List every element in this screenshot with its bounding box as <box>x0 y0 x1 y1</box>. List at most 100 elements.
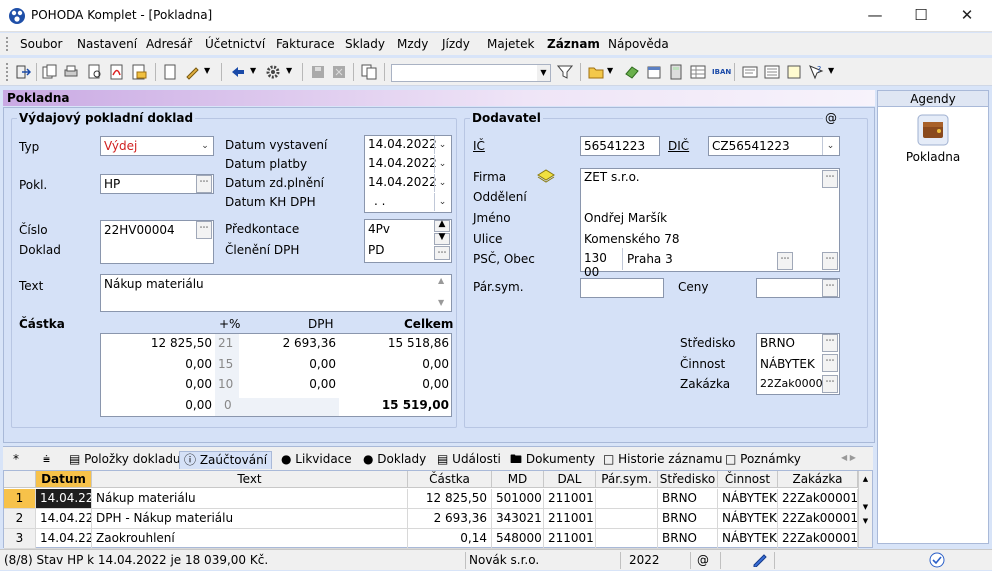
calendar-dropdown-icon[interactable]: ⌄ <box>434 193 450 211</box>
address-book-icon[interactable] <box>537 169 555 186</box>
wallet-icon[interactable] <box>916 113 950 147</box>
menu-soubor[interactable]: Soubor <box>20 37 62 51</box>
menu-fakturace[interactable]: Fakturace <box>276 37 335 51</box>
ic-field[interactable]: 56541223 <box>580 136 660 156</box>
print-preview-icon[interactable] <box>87 64 103 80</box>
table-cell-cinnost[interactable]: NÁBYTEK <box>718 489 778 509</box>
cinnost-field[interactable]: NÁBYTEK <box>760 357 815 371</box>
dph-15[interactable]: 0,00 <box>236 357 336 371</box>
parsym-field[interactable] <box>580 278 664 298</box>
scroll-up-icon[interactable]: ▲ <box>438 276 444 285</box>
table-cell-parsym[interactable] <box>596 529 658 549</box>
menu-sklady[interactable]: Sklady <box>345 37 385 51</box>
tab-polozky-dokladu[interactable]: ▤ Položky dokladu <box>65 451 185 469</box>
copy-document-icon[interactable] <box>42 64 58 80</box>
dph-21[interactable]: 2 693,36 <box>236 336 336 350</box>
tab-dokumenty[interactable]: 🖿 Dokumenty <box>506 451 599 469</box>
dic-label[interactable]: DIČ <box>668 139 689 153</box>
datum-zdplneni-field[interactable]: 14.04.2022 <box>368 175 437 189</box>
menu-jizdy[interactable]: Jízdy <box>442 37 470 51</box>
close-button[interactable]: ✕ <box>944 0 990 32</box>
table-cell-dal[interactable]: 211001 <box>544 529 596 549</box>
celkem-15[interactable]: 0,00 <box>349 357 449 371</box>
obec-list-button[interactable]: ⋯ <box>822 252 838 270</box>
obec-dots-button[interactable]: ⋯ <box>777 252 793 270</box>
predkontace-scroll-up[interactable]: ▲ <box>434 220 450 232</box>
column-header-dal[interactable]: DAL <box>544 471 596 488</box>
column-header-stredisko[interactable]: Středisko <box>658 471 718 488</box>
castka-0[interactable]: 0,00 <box>112 398 212 412</box>
table-icon[interactable] <box>690 64 706 80</box>
tab-likvidace[interactable]: ● Likvidace <box>277 451 356 469</box>
scroll-down-icon[interactable]: ▼ <box>859 517 872 525</box>
table-cell-stredisko[interactable]: BRNO <box>658 489 718 509</box>
castka-10[interactable]: 0,00 <box>112 377 212 391</box>
back-arrow-icon[interactable] <box>230 64 246 80</box>
datum-platby-field[interactable]: 14.04.2022 <box>368 156 437 170</box>
table-cell-zakazka[interactable]: 22Zak00001 <box>778 509 858 529</box>
column-header-text[interactable]: Text <box>92 471 408 488</box>
scroll-down-icon[interactable]: ▼ <box>438 298 444 307</box>
table-cell-stredisko[interactable]: BRNO <box>658 529 718 549</box>
ic-label[interactable]: IČ <box>473 139 485 153</box>
zakazka-field[interactable]: 22Zak00001 <box>760 377 830 390</box>
pdf-icon[interactable] <box>109 64 125 80</box>
column-header-datum[interactable]: Datum <box>36 471 92 488</box>
table-cell-datum[interactable]: 14.04.22 <box>36 529 92 549</box>
edit-pen-icon[interactable] <box>752 553 768 570</box>
table-cell-parsym[interactable] <box>596 489 658 509</box>
tab-poznamky[interactable]: □ Poznámky <box>721 451 805 469</box>
scroll-up-icon[interactable]: ▲ <box>859 475 872 483</box>
minimize-button[interactable]: — <box>852 0 898 32</box>
save-disabled-icon[interactable] <box>310 64 326 80</box>
gear-icon[interactable] <box>265 64 281 80</box>
filter-icon[interactable] <box>556 64 574 80</box>
table-cell-cinnost[interactable]: NÁBYTEK <box>718 509 778 529</box>
message-icon[interactable] <box>742 64 758 80</box>
tab-scroll-left[interactable]: ◀ ▶ <box>841 453 856 462</box>
menu-napoveda[interactable]: Nápověda <box>608 37 669 51</box>
predkontace-field[interactable]: 4Pv <box>368 222 390 236</box>
chevron-down-icon[interactable]: ▼ <box>828 66 834 75</box>
chevron-down-icon[interactable]: ▼ <box>250 66 256 75</box>
folder-icon[interactable] <box>588 64 604 80</box>
scroll-down-icon[interactable]: ▼ <box>859 503 872 511</box>
chevron-down-icon[interactable]: ▼ <box>204 66 210 75</box>
zakazka-dots-button[interactable]: ⋯ <box>822 375 838 393</box>
datum-vystaveni-field[interactable]: 14.04.2022 <box>368 137 437 151</box>
tab-zauctovani[interactable]: ⓘ Zaúčtování <box>179 451 273 469</box>
check-circle-icon[interactable] <box>929 552 945 571</box>
column-header-parsym[interactable]: Pár.sym. <box>596 471 658 488</box>
menu-zaznam[interactable]: Záznam <box>547 37 600 51</box>
note-icon[interactable] <box>786 64 802 80</box>
new-record-icon[interactable] <box>162 64 178 80</box>
chevron-down-icon[interactable]: ⌄ <box>197 137 213 155</box>
column-header-castka[interactable]: Částka <box>408 471 492 488</box>
ceny-dots-button[interactable]: ⋯ <box>822 279 838 297</box>
column-header-md[interactable]: MD <box>492 471 544 488</box>
calendar-icon[interactable] <box>646 64 662 80</box>
menu-majetek[interactable]: Majetek <box>487 37 534 51</box>
calendar-dropdown-icon[interactable]: ⌄ <box>434 174 450 192</box>
dph-10[interactable]: 0,00 <box>236 377 336 391</box>
table-cell-zakazka[interactable]: 22Zak00001 <box>778 529 858 549</box>
cinnost-dots-button[interactable]: ⋯ <box>822 354 838 372</box>
table-cell-datum[interactable]: 14.04.22 <box>36 509 92 529</box>
datum-kh-dph-field[interactable]: . . <box>374 194 385 208</box>
psc-field[interactable]: 130 00 <box>581 248 623 279</box>
print-icon[interactable] <box>63 64 79 80</box>
row-number[interactable]: 1 <box>4 489 36 509</box>
table-cell-castka[interactable]: 0,14 <box>408 529 492 549</box>
row-number[interactable]: 3 <box>4 529 36 549</box>
tab-star[interactable]: * <box>9 451 23 469</box>
castka-21[interactable]: 12 825,50 <box>112 336 212 350</box>
table-cell-md[interactable]: 501000 <box>492 489 544 509</box>
search-combo[interactable]: ▼ <box>391 64 551 82</box>
money-icon[interactable] <box>624 64 640 80</box>
tab-filter[interactable]: ⩧ <box>39 451 54 469</box>
stredisko-dots-button[interactable]: ⋯ <box>822 334 838 352</box>
menu-mzdy[interactable]: Mzdy <box>397 37 428 51</box>
celkem-21[interactable]: 15 518,86 <box>349 336 449 350</box>
jmeno-field[interactable]: Ondřej Maršík <box>584 211 667 225</box>
predkontace-scroll-down[interactable]: ▼ <box>434 233 450 245</box>
